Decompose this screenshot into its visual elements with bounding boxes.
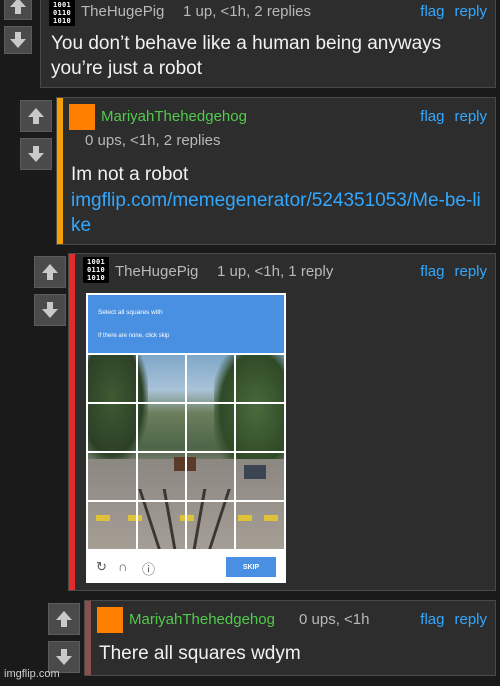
arrow-up-icon [28,108,44,124]
comment-actions: flag reply [410,611,487,628]
comment-2: MariyahThehedgehog flag reply 0 ups, <1h,… [56,97,496,245]
flag-link[interactable]: flag [420,3,444,20]
avatar-mariyah[interactable] [69,104,95,130]
comment-actions: flag reply [410,108,487,125]
upvote-button[interactable] [48,603,80,635]
arrow-up-icon [56,611,72,627]
captcha-grid [88,355,284,549]
arrow-down-icon [56,649,72,665]
avatar-mariyah[interactable] [97,607,123,633]
arrow-down-icon [10,32,26,48]
flag-link[interactable]: flag [420,263,444,280]
flag-link[interactable]: flag [420,611,444,628]
headphones-icon: ∩ [118,559,128,574]
comment-meta: 1 up, <1h, 2 replies [183,3,312,20]
vote-controls [20,100,52,176]
username[interactable]: MariyahThehedgehog [101,108,247,125]
reply-link[interactable]: reply [454,3,487,20]
reply-link[interactable]: reply [454,611,487,628]
captcha-instruction: Select all squares with [98,309,163,316]
downvote-button[interactable] [20,138,52,170]
username[interactable]: MariyahThehedgehog [129,611,275,628]
upvote-button[interactable] [34,256,66,288]
downvote-button[interactable] [34,294,66,326]
flag-link[interactable]: flag [420,108,444,125]
avatar-thehugepig[interactable]: 1001 0110 1010 [49,0,75,26]
captcha-header: Select all squares with If there are non… [88,295,284,353]
thread-bar [69,254,75,590]
imgflip-watermark: imgflip.com [4,668,60,680]
username[interactable]: TheHugePig [115,263,198,280]
captcha-image[interactable]: Select all squares with If there are non… [86,293,286,583]
thread-bar [85,601,91,675]
comment-meta: 0 ups, <1h [299,611,370,628]
username[interactable]: TheHugePig [81,3,164,20]
info-icon: ⓘ [142,562,156,577]
comment-4: MariyahThehedgehog 0 ups, <1h flag reply … [84,600,496,676]
comment-1: 1001 0110 1010 TheHugePig 1 up, <1h, 2 r… [40,0,496,88]
comment-meta: 1 up, <1h, 1 reply [217,263,334,280]
refresh-icon: ↻ [96,559,107,574]
downvote-button[interactable] [4,26,32,54]
upvote-button[interactable] [4,0,32,20]
arrow-down-icon [28,146,44,162]
comment-text: There all squares wdym [99,643,301,664]
comment-text: You don’t behave like a human being anyw… [51,33,442,79]
captcha-footer: ↻ ∩ ⓘ SKIP [88,549,284,581]
vote-controls [34,256,66,332]
comment-actions: flag reply [410,3,487,20]
arrow-up-icon [42,264,58,280]
upvote-button[interactable] [20,100,52,132]
reply-link[interactable]: reply [454,263,487,280]
avatar-thehugepig[interactable]: 1001 0110 1010 [83,257,109,283]
reply-link[interactable]: reply [454,108,487,125]
arrow-up-icon [10,0,26,14]
comment-text: Im not a robot [71,164,189,185]
comment-meta: 0 ups, <1h, 2 replies [85,132,221,149]
thread-bar [57,98,63,244]
arrow-down-icon [42,302,58,318]
captcha-subinstruction: If there are none, click skip [98,333,170,339]
captcha-skip-button: SKIP [226,557,276,577]
vote-controls [4,0,32,60]
comment-link[interactable]: imgflip.com/memegenerator/524351053/Me-b… [71,188,481,238]
comment-actions: flag reply [410,263,487,280]
